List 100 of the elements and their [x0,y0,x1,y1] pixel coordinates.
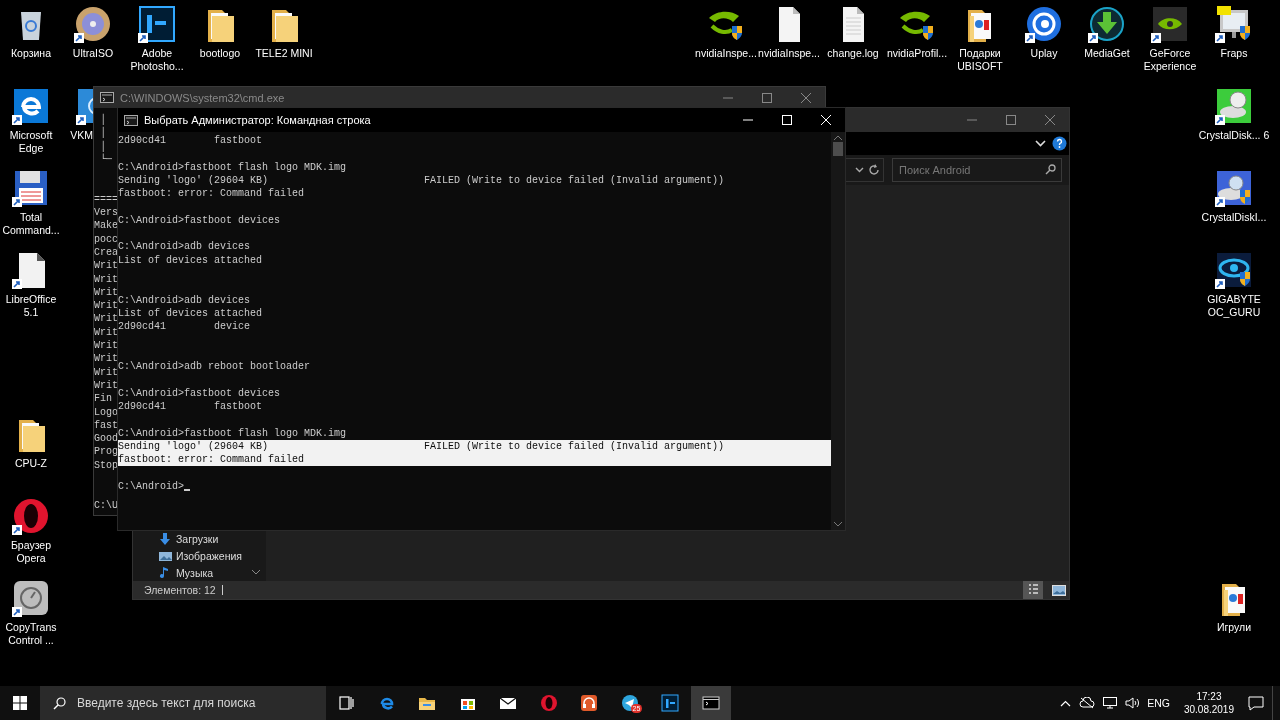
console-line: Logo [94,406,118,419]
desktop-icon-label[interactable]: change.log [827,47,879,60]
console-line: C:\Android> [118,479,184,493]
text-cursor [184,489,190,492]
app-icon[interactable] [75,86,93,126]
desktop-icon-label[interactable]: nvidiaInspe... [758,47,820,60]
list-view-icon [1028,584,1038,596]
eye-logo-icon[interactable] [1214,250,1254,290]
search-icon[interactable] [1045,164,1056,175]
nav-item[interactable]: Музыка [176,566,214,579]
desktop-icon-label[interactable]: CrystalDisk... 6 [1198,129,1270,142]
desktop-icon-label[interactable]: Игрули [1216,621,1252,634]
clock-date[interactable]: 30.08.2019 [1183,703,1234,716]
console-line: Stop [94,458,118,472]
item-count: Элементов: 12 [144,584,216,596]
console-line: List of devices attached [118,307,264,321]
gauge-icon[interactable] [11,578,51,618]
scroll-down-icon[interactable] [834,522,842,527]
console-line: pocc [94,232,118,245]
scrollbar[interactable] [831,132,845,530]
desktop-icon-label[interactable]: Корзина [11,47,51,60]
details-view-button[interactable] [1023,581,1043,599]
console-line: Crea [94,245,118,260]
square-logo-icon [660,693,681,713]
console-line: C:\Android>fastboot devices [118,213,282,226]
console-line: │ [99,139,106,153]
desktop-icon-label[interactable]: CrystalDiskI... [1201,211,1267,224]
language-indicator[interactable]: ENG [1147,697,1170,709]
desktop-icon-label[interactable]: CopyTrans Control ... [0,621,62,647]
disc-icon[interactable] [73,4,113,44]
paper-plane-icon [619,693,640,713]
console-line: Writ [94,259,118,273]
console-line: 2d90cd41 fastboot [118,399,264,412]
desktop-icon-label[interactable]: Uplay [1030,47,1058,60]
console-line: C:\Android>fastboot flash logo MDK.img [118,160,348,174]
speaker-icon[interactable] [1125,697,1140,709]
console-line: Writ [94,352,118,366]
desktop-icon-label[interactable]: GIGABYTE OC_GURU [1197,293,1271,319]
picture-icon [159,549,172,562]
console-line: Make [94,220,118,233]
console-line: Writ [94,326,118,340]
desktop-icon-label[interactable]: MediaGet [1084,47,1130,60]
console-line: Writ [94,339,118,353]
console-icon [124,114,138,126]
download-arrow-icon [159,532,172,545]
square-logo-icon[interactable] [137,4,177,44]
search-field[interactable]: Поиск Android [892,158,1062,182]
console-line: 2d90cd41 device [118,320,252,333]
console-line: └─ [99,152,112,167]
desktop-icon-label[interactable]: TELE2 MINI [255,47,313,60]
task-view-icon [336,693,357,713]
console-line: C:\U [94,498,118,512]
desktop-icon-label[interactable]: nvidiaInspe... [695,47,757,60]
disk-gauge-icon[interactable] [1214,168,1254,208]
browser-icon[interactable] [11,86,51,126]
console-line: Fin [94,392,112,406]
ring-logo-icon[interactable] [11,496,51,536]
desktop-icon-label[interactable]: Microsoft Edge [0,129,62,155]
chevron-up-icon[interactable] [1060,699,1072,707]
console-line: fast [94,418,118,432]
console-line: Writ [94,272,118,286]
console-line: C:\Android>fastboot devices [118,386,282,400]
cloud-off-icon[interactable] [1079,697,1096,709]
desktop-icon-label[interactable]: Total Command... [0,211,62,237]
windows-start-icon[interactable] [13,696,27,710]
search-box[interactable]: Введите здесь текст для поиска [40,686,326,720]
chevron-down-icon[interactable] [855,167,864,173]
desktop-icon-label[interactable]: CPU-Z [14,457,48,470]
console-line: │ [99,126,106,140]
search-field[interactable]: Введите здесь текст для поиска [75,695,326,711]
desktop-icon-label[interactable]: UltraISO [72,47,114,60]
desktop-icon-label[interactable]: Adobe Photosho... [120,47,194,73]
nav-item[interactable]: Загрузки [176,532,219,545]
eye-logo-icon[interactable] [1150,4,1190,44]
desktop-icon-label[interactable]: GeForce Experience [1133,47,1207,73]
desktop-icon-label[interactable]: bootlogo [199,47,241,60]
monitor-icon[interactable] [1103,697,1118,709]
desktop-icon-label[interactable]: Браузер Opera [0,539,62,565]
download-icon[interactable] [1087,4,1127,44]
search-icon [53,696,66,710]
notification-icon[interactable] [1248,695,1264,711]
console-line: Writ [94,378,118,393]
disk-gauge-icon[interactable] [1214,86,1254,126]
console-line: fastboot: error: Command failed [118,187,306,201]
scroll-up-icon[interactable] [834,135,842,140]
picture-view-icon [1052,584,1066,596]
console-line: Vers [94,206,118,220]
refresh-icon[interactable] [868,164,880,176]
scroll-thumb[interactable] [833,142,843,156]
ring-logo-icon [538,693,559,713]
nav-item[interactable]: Изображения [176,549,242,562]
help-icon[interactable] [1052,136,1067,151]
console-line: C:\Android>adb devices [118,241,252,254]
console-line: Good [94,432,118,445]
clock-time[interactable]: 17:23 [1196,690,1222,703]
desktop-icon-label[interactable]: nvidiaProfil... [886,47,948,60]
swirl-icon[interactable] [1024,4,1064,44]
desktop-icon-label[interactable]: VKM [70,129,93,142]
desktop-icon-label[interactable]: Fraps [1220,47,1248,60]
desktop-icon-label[interactable]: LibreOffice 5.1 [0,293,62,319]
